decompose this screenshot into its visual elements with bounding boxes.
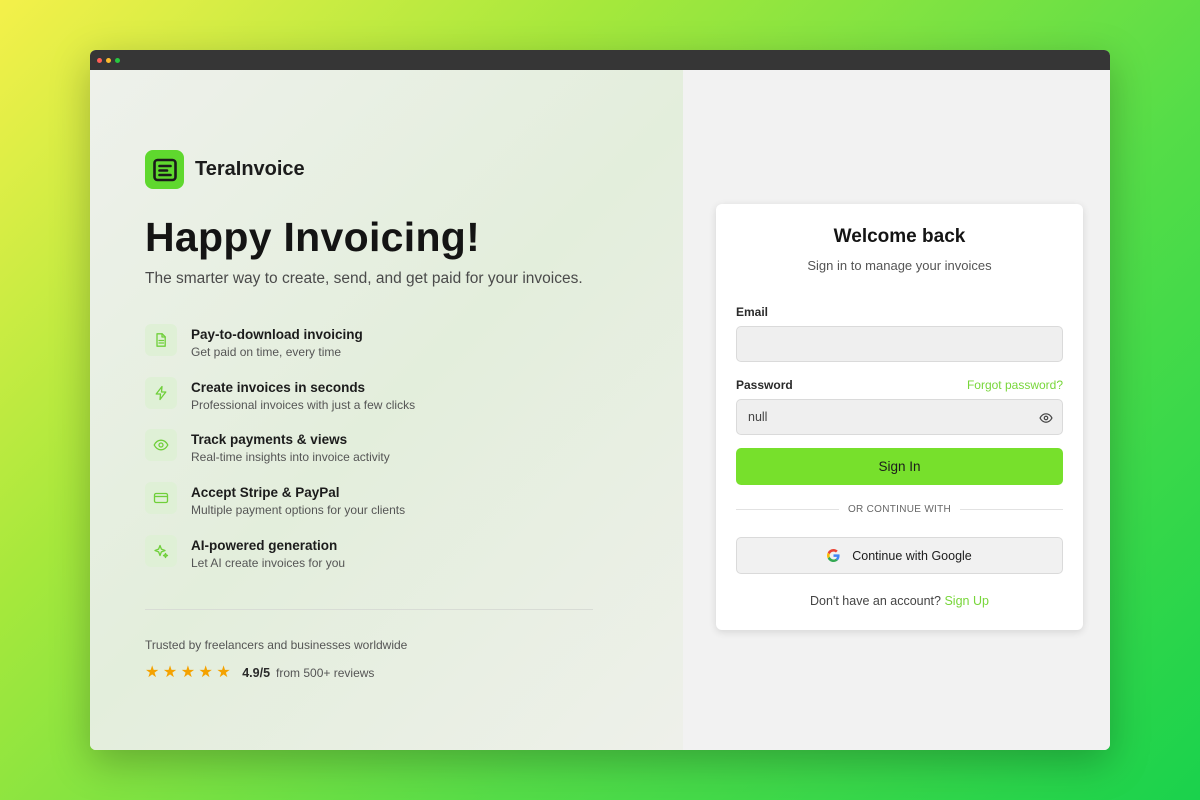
or-divider: OR CONTINUE WITH <box>736 504 1063 515</box>
google-button-label: Continue with Google <box>852 548 972 563</box>
maximize-dot[interactable] <box>115 57 120 63</box>
window-titlebar <box>90 50 1110 70</box>
feature-list: Pay-to-download invoicing Get paid on ti… <box>145 324 415 587</box>
browser-window: TeraInvoice Happy Invoicing! The smarter… <box>90 50 1110 750</box>
star-icon: ★ <box>216 664 231 681</box>
feature-desc: Professional invoices with just a few cl… <box>191 397 416 412</box>
login-panel: Welcome back Sign in to manage your invo… <box>683 70 1110 750</box>
password-field[interactable] <box>736 399 1063 435</box>
marketing-panel: TeraInvoice Happy Invoicing! The smarter… <box>90 70 683 750</box>
signup-prompt: Don't have an account? Sign Up <box>716 594 1083 608</box>
rating: ★ ★ ★ ★ ★ 4.9/5 from 500+ reviews <box>145 665 374 681</box>
sign-up-link[interactable]: Sign Up <box>944 594 988 608</box>
feature-desc: Real-time insights into invoice activity <box>191 450 390 465</box>
hero-subtitle: The smarter way to create, send, and get… <box>145 270 583 287</box>
feature-title: Create invoices in seconds <box>191 379 366 395</box>
login-card: Welcome back Sign in to manage your invo… <box>716 204 1083 630</box>
close-dot[interactable] <box>97 57 102 63</box>
invoice-document-icon <box>145 150 184 189</box>
or-continue-text: OR CONTINUE WITH <box>847 504 952 515</box>
email-field[interactable] <box>736 326 1063 362</box>
feature-title: Accept Stripe & PayPal <box>191 485 340 501</box>
credit-card-icon <box>145 482 177 515</box>
divider-line <box>960 509 1063 510</box>
eye-icon[interactable] <box>1039 411 1053 425</box>
login-title: Welcome back <box>833 226 966 247</box>
forgot-password-link[interactable]: Forgot password? <box>967 378 1063 392</box>
brand-name: TeraInvoice <box>195 158 305 180</box>
feature-item: Accept Stripe & PayPal Multiple payment … <box>145 482 415 535</box>
review-count: from 500+ reviews <box>276 666 375 680</box>
feature-desc: Let AI create invoices for you <box>191 555 346 570</box>
password-label: Password <box>736 378 793 392</box>
divider <box>145 609 593 610</box>
feature-desc: Multiple payment options for your client… <box>191 503 406 518</box>
divider-line <box>736 509 839 510</box>
feature-title: AI-powered generation <box>191 537 338 553</box>
feature-title: Track payments & views <box>191 432 348 448</box>
google-icon <box>827 549 840 562</box>
rating-score: 4.9/5 <box>242 666 271 680</box>
document-icon <box>145 324 177 356</box>
eye-icon <box>145 429 177 462</box>
no-account-text: Don't have an account? <box>810 594 941 608</box>
email-label: Email <box>736 305 769 319</box>
star-icon: ★ <box>145 664 160 681</box>
trusted-text: Trusted by freelancers and businesses wo… <box>145 638 408 652</box>
feature-item: AI-powered generation Let AI create invo… <box>145 534 415 588</box>
feature-desc: Get paid on time, every time <box>191 345 342 359</box>
feature-title: Pay-to-download invoicing <box>191 327 363 342</box>
hero-title: Happy Invoicing! <box>145 214 481 260</box>
feature-item: Pay-to-download invoicing Get paid on ti… <box>145 324 415 377</box>
google-signin-button[interactable]: Continue with Google <box>736 537 1063 574</box>
minimize-dot[interactable] <box>106 57 111 63</box>
feature-item: Create invoices in seconds Professional … <box>145 376 416 430</box>
star-icon: ★ <box>180 664 196 681</box>
star-icon: ★ <box>198 664 213 681</box>
star-icon: ★ <box>162 664 178 681</box>
login-subtitle: Sign in to manage your invoices <box>807 258 992 273</box>
brand: TeraInvoice <box>145 150 305 189</box>
lightning-icon <box>145 376 177 409</box>
sparkles-icon <box>145 534 177 567</box>
feature-item: Track payments & views Real-time insight… <box>145 429 415 482</box>
sign-in-button[interactable]: Sign In <box>736 448 1063 485</box>
